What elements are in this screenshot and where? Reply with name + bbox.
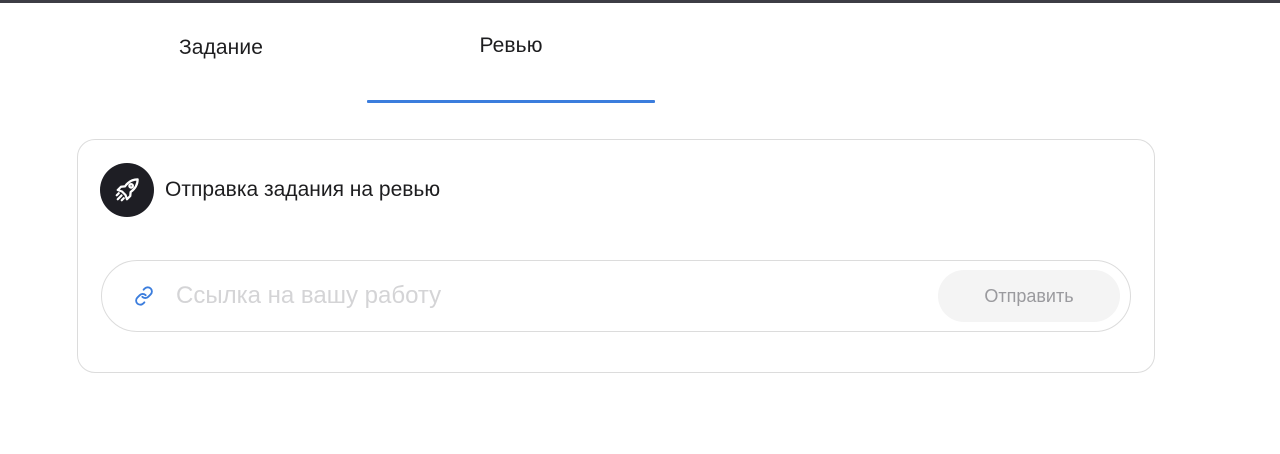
tab-review[interactable]: Ревью — [367, 3, 655, 103]
tab-task[interactable]: Задание — [77, 3, 365, 103]
review-submit-card: Отправка задания на ревью Отправить — [77, 139, 1155, 373]
card-title: Отправка задания на ревью — [165, 178, 441, 201]
tab-review-label: Ревью — [479, 34, 543, 57]
active-tab-indicator — [367, 100, 655, 103]
tab-bar: Задание Ревью — [77, 3, 1155, 103]
link-icon — [134, 286, 154, 306]
link-field: Отправить — [101, 260, 1131, 332]
work-link-input[interactable] — [176, 275, 906, 317]
submit-button[interactable]: Отправить — [938, 270, 1120, 322]
tab-task-label: Задание — [178, 36, 263, 59]
rocket-icon — [100, 163, 154, 217]
